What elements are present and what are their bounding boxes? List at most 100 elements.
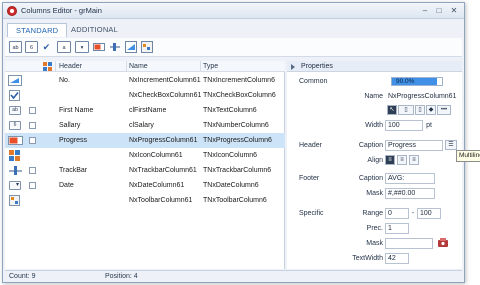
col-header-header[interactable]: Header <box>59 62 82 71</box>
name-field[interactable]: NxProgressColumn61 <box>385 91 461 102</box>
range-to-field[interactable]: 100 <box>417 208 441 219</box>
progress-column-icon[interactable] <box>93 41 105 53</box>
table-row[interactable]: NxCheckBoxColumn61 TNxCheckBoxColumn6 <box>5 88 285 103</box>
number-column-icon[interactable]: 6 <box>25 41 38 53</box>
status-position: Position: 4 <box>105 273 138 280</box>
text-icon: ab <box>9 106 21 115</box>
cell-name: NxCheckBoxColumn61 <box>129 92 201 99</box>
table-row[interactable]: ab First Name clFirstName TNxTextColumn6 <box>5 103 285 118</box>
mask-label: Mask <box>366 190 383 197</box>
cell-type: TNxNumberColumn6 <box>203 122 269 129</box>
tool-left-icon[interactable]: ▯ <box>398 105 414 115</box>
footer-caption-field[interactable]: AVG: <box>385 173 435 184</box>
tool-diamond-icon[interactable]: ◆ <box>426 105 436 115</box>
alignment-toolbar: ↖ ▯ ▯ ◆ ••• <box>387 105 457 115</box>
section-footer: Footer <box>299 175 320 182</box>
col-header-type[interactable]: Type <box>203 62 218 71</box>
cell-type: TNxTrackbarColumn6 <box>203 167 272 174</box>
prec-label: Prec. <box>366 225 383 232</box>
image-icon <box>9 150 20 161</box>
section-specific: Specific <box>299 210 324 217</box>
date-column-icon[interactable]: ▾ <box>75 41 89 53</box>
cell-name: clSalary <box>129 122 154 129</box>
cell-header: Sallary <box>59 122 81 129</box>
columns-icon <box>43 62 52 71</box>
table-row[interactable]: ▾ Date NxDateColumn61 TNxDateColumn6 <box>5 178 285 193</box>
caption-label: Caption <box>358 142 383 149</box>
cell-header: Date <box>59 182 74 189</box>
toolbar-icon <box>9 195 20 206</box>
section-header: Header <box>299 142 322 149</box>
cell-name: NxIncrementColumn61 <box>129 77 201 84</box>
window-title: Columns Editor - grMain <box>21 6 102 15</box>
toolbar-column-icon[interactable] <box>141 41 153 53</box>
table-row[interactable]: NxIconColumn61 TNxIconColumn6 <box>5 148 285 163</box>
mask-editor-icon[interactable] <box>437 237 449 249</box>
cell-name: NxDateColumn61 <box>129 182 185 189</box>
cell-header: First Name <box>59 107 94 114</box>
tool-mid-icon[interactable]: ▯ <box>415 105 425 115</box>
table-row[interactable]: NxToolbarColumn61 TNxToolbarColumn6 <box>5 193 285 208</box>
footer-caption-label: Caption <box>358 175 383 182</box>
width-unit: pt <box>426 122 432 129</box>
width-field[interactable]: 100 <box>385 120 423 131</box>
specific-mask-label: Mask <box>366 240 383 247</box>
col-header-name[interactable]: Name <box>129 62 148 71</box>
cell-name: NxTrackbarColumn61 <box>129 167 197 174</box>
properties-header[interactable]: Properties <box>287 61 462 72</box>
tab-standard[interactable]: STANDARD <box>7 23 68 37</box>
properties-panel: Properties Common 90.0% Name NxProgressC… <box>287 61 462 269</box>
multiline-button[interactable]: ☰ <box>445 140 457 150</box>
cell-type: TNxTextColumn6 <box>203 107 257 114</box>
mask-field[interactable]: #,##0.00 <box>385 188 435 199</box>
grid-header: Header Name Type <box>5 61 285 72</box>
table-row[interactable]: TrackBar NxTrackbarColumn61 TNxTrackbarC… <box>5 163 285 178</box>
visible-checkbox[interactable] <box>29 182 36 189</box>
cell-type: TNxDateColumn6 <box>203 182 259 189</box>
text-column-icon[interactable]: ab <box>9 41 22 53</box>
progress-text: 90.0% <box>396 78 415 85</box>
align-left-icon[interactable]: ≡ <box>385 155 395 165</box>
caption-field[interactable]: Progress <box>385 140 443 151</box>
align-center-icon[interactable]: ≡ <box>397 155 407 165</box>
columns-editor-window: Columns Editor - grMain – □ ✕ STANDARD A… <box>2 2 465 283</box>
name-label: Name <box>364 93 383 100</box>
properties-title: Properties <box>301 63 333 70</box>
cell-type: TNxProgressColumn6 <box>203 137 272 144</box>
range-label: Range <box>362 210 383 217</box>
table-row-selected[interactable]: Progress NxProgressColumn61 TNxProgressC… <box>5 133 285 148</box>
trackbar-column-icon[interactable] <box>109 41 121 53</box>
cell-header: Progress <box>59 137 88 144</box>
visible-checkbox[interactable] <box>29 122 36 129</box>
cell-name: NxToolbarColumn61 <box>129 197 193 204</box>
table-row[interactable]: No. NxIncrementColumn61 TNxIncrementColu… <box>5 73 285 88</box>
maximize-icon[interactable]: □ <box>433 5 445 16</box>
combo-column-icon[interactable]: a <box>57 41 71 53</box>
checkbox-column-icon[interactable]: ✔ <box>41 41 52 53</box>
minimize-icon[interactable]: – <box>419 5 431 16</box>
checkbox-icon <box>9 90 20 101</box>
close-icon[interactable]: ✕ <box>448 5 460 16</box>
date-icon: ▾ <box>9 181 21 190</box>
tab-additional[interactable]: ADDITIONAL <box>63 23 126 37</box>
cell-name: clFirstName <box>129 107 167 114</box>
pointer-icon[interactable]: ↖ <box>387 105 397 115</box>
increment-icon <box>8 75 22 86</box>
number-icon: 6 <box>9 121 21 130</box>
range-from-field[interactable]: 0 <box>385 208 409 219</box>
specific-mask-field[interactable] <box>385 238 433 249</box>
textwidth-label: TextWidth <box>352 255 383 262</box>
increment-column-icon[interactable] <box>125 41 137 53</box>
more-icon[interactable]: ••• <box>437 105 451 115</box>
prec-field[interactable]: 1 <box>385 223 409 234</box>
visible-checkbox[interactable] <box>29 167 36 174</box>
textwidth-field[interactable]: 42 <box>385 253 409 264</box>
visible-checkbox[interactable] <box>29 137 36 144</box>
tab-bar: STANDARD ADDITIONAL <box>3 20 464 37</box>
cell-header: No. <box>59 77 70 84</box>
visible-checkbox[interactable] <box>29 107 36 114</box>
table-row[interactable]: 6 Sallary clSalary TNxNumberColumn6 <box>5 118 285 133</box>
align-label: Align <box>367 157 383 164</box>
align-right-icon[interactable]: ≡ <box>409 155 419 165</box>
status-count: Count: 9 <box>9 273 36 280</box>
